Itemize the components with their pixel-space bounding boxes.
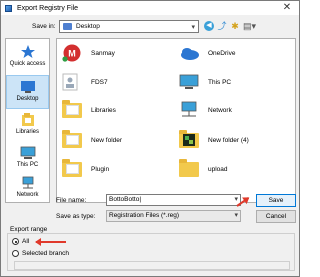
back-icon[interactable]: ◀ xyxy=(204,21,214,31)
folder-icon xyxy=(61,159,83,178)
network-icon xyxy=(20,176,36,190)
list-item[interactable]: New folder (4) xyxy=(178,130,249,150)
selected-branch-field[interactable] xyxy=(14,261,290,270)
onedrive-cloud-icon xyxy=(178,44,200,62)
list-item[interactable]: FDS7 xyxy=(61,72,108,92)
file-name: New folder (4) xyxy=(208,136,249,144)
navigation-toolbar: ◀ ⤴ ✱ ▤▾ xyxy=(204,21,256,31)
list-item[interactable]: OneDrive xyxy=(178,43,235,63)
list-item[interactable]: Libraries xyxy=(61,100,116,120)
libraries-icon xyxy=(20,113,36,127)
radio-selected-branch[interactable]: Selected branch xyxy=(12,250,69,257)
place-quick-access[interactable]: Quick access xyxy=(6,41,49,75)
file-name: Sanmay xyxy=(91,49,115,57)
save-in-dropdown[interactable]: Desktop ▾ xyxy=(59,20,199,33)
annotation-arrow-all xyxy=(36,241,66,243)
close-icon[interactable]: ✕ xyxy=(281,2,293,14)
list-item[interactable]: Network xyxy=(178,100,232,120)
radio-all[interactable]: All xyxy=(12,238,29,245)
file-name: Plugin xyxy=(91,165,110,173)
save-button[interactable]: Save xyxy=(256,194,296,207)
desktop-folder-icon xyxy=(63,23,72,30)
network-icon xyxy=(178,101,200,119)
place-label: Quick access xyxy=(9,61,46,67)
this-pc-icon xyxy=(20,146,36,160)
user-avatar-icon: M xyxy=(61,44,83,62)
place-this-pc[interactable]: This PC xyxy=(6,142,49,176)
up-folder-icon[interactable]: ⤴ xyxy=(217,21,227,31)
list-item[interactable]: M Sanmay xyxy=(61,43,115,63)
desktop-icon xyxy=(20,80,36,94)
file-name-label: File name: xyxy=(56,197,87,204)
place-libraries[interactable]: Libraries xyxy=(6,109,49,143)
file-name: FDS7 xyxy=(91,78,108,86)
place-label: This PC xyxy=(16,162,39,168)
radio-all-label: All xyxy=(22,238,30,245)
place-label: Libraries xyxy=(15,129,39,135)
list-item[interactable]: This PC xyxy=(178,72,231,92)
save-in-row: Save in: Desktop ▾ ◀ ⤴ ✱ ▤▾ xyxy=(1,20,301,34)
new-folder-icon[interactable]: ✱ xyxy=(230,21,240,31)
save-as-type-value: Registration Files (*.reg) xyxy=(109,212,180,219)
place-network[interactable]: Network xyxy=(6,172,49,206)
file-list: M Sanmay OneDrive FDS7 This PC Libraries… xyxy=(56,38,296,203)
list-item[interactable]: New folder xyxy=(61,130,122,150)
radio-button[interactable] xyxy=(12,250,19,257)
libraries-folder-icon xyxy=(61,100,83,119)
places-bar: Quick access Desktop Libraries This PC N… xyxy=(5,38,50,203)
radio-selected-branch-label: Selected branch xyxy=(22,250,69,257)
user-folder-icon xyxy=(61,73,83,91)
title-bar: Export Registry File ✕ xyxy=(1,1,299,15)
export-range-label: Export range xyxy=(10,226,48,233)
folder-icon xyxy=(178,159,200,178)
registry-icon xyxy=(4,4,13,13)
save-as-type-label: Save as type: xyxy=(56,213,96,220)
file-name-field[interactable]: BottoBotto| ▾ xyxy=(106,194,241,206)
save-in-label: Save in: xyxy=(32,23,56,30)
chevron-down-icon: ▾ xyxy=(234,212,238,219)
save-as-type-dropdown[interactable]: Registration Files (*.reg) ▾ xyxy=(106,210,241,222)
file-name-value: BottoBotto| xyxy=(109,196,142,203)
place-label: Network xyxy=(16,192,39,198)
file-name: upload xyxy=(208,165,228,173)
window-title: Export Registry File xyxy=(17,4,79,12)
quick-access-star-icon xyxy=(20,45,36,59)
radio-button-checked[interactable] xyxy=(12,238,19,245)
svg-text:M: M xyxy=(68,49,76,59)
this-pc-icon xyxy=(178,73,200,91)
place-desktop[interactable]: Desktop xyxy=(6,75,49,109)
place-label: Desktop xyxy=(16,96,39,102)
export-registry-dialog: Export Registry File ✕ Save in: Desktop … xyxy=(0,0,300,277)
list-item[interactable]: Plugin xyxy=(61,159,109,179)
views-menu-icon[interactable]: ▤▾ xyxy=(243,21,256,31)
cancel-button[interactable]: Cancel xyxy=(256,210,296,223)
file-name: Libraries xyxy=(91,106,116,114)
chevron-down-icon: ▾ xyxy=(191,24,195,31)
folder-icon xyxy=(61,130,83,149)
save-in-value: Desktop xyxy=(76,23,100,30)
folder-icon xyxy=(178,130,200,149)
list-item[interactable]: upload xyxy=(178,159,228,179)
file-name: OneDrive xyxy=(208,49,236,57)
file-name: Network xyxy=(208,106,232,114)
file-name: New folder xyxy=(91,136,123,144)
file-name: This PC xyxy=(208,78,232,86)
export-range-group: All Selected branch xyxy=(7,233,295,271)
